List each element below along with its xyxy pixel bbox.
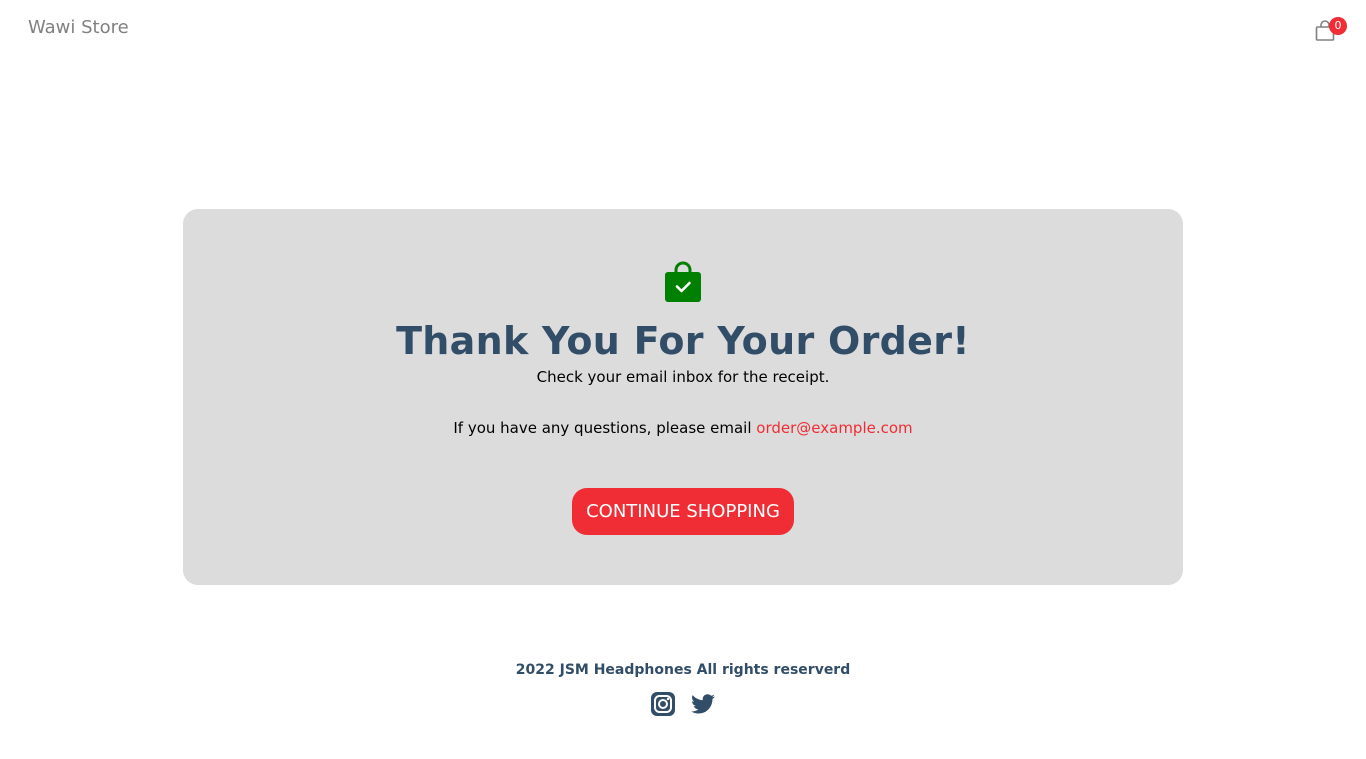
contact-email-link[interactable]: order@example.com	[756, 419, 912, 437]
contact-description: If you have any questions, please email …	[183, 418, 1183, 438]
cart-count-badge: 0	[1329, 17, 1347, 35]
store-logo-link[interactable]: Wawi Store	[28, 17, 129, 38]
continue-shopping-button[interactable]: CONTINUE SHOPPING	[572, 488, 794, 535]
footer: 2022 JSM Headphones All rights reserverd	[0, 655, 1366, 735]
bag-check-icon	[665, 261, 701, 302]
twitter-icon[interactable]	[690, 691, 716, 717]
navbar: Wawi Store 0	[0, 0, 1366, 58]
thank-you-title: Thank You For Your Order!	[396, 319, 970, 363]
contact-text: If you have any questions, please email	[453, 419, 757, 437]
cart-button[interactable]: 0	[1313, 17, 1347, 43]
social-links	[650, 691, 720, 717]
instagram-icon[interactable]	[650, 691, 676, 717]
copyright-text: 2022 JSM Headphones All rights reserverd	[515, 662, 851, 678]
email-message: Check your email inbox for the receipt.	[536, 368, 830, 386]
success-card: Thank You For Your Order! Check your ema…	[183, 209, 1183, 585]
